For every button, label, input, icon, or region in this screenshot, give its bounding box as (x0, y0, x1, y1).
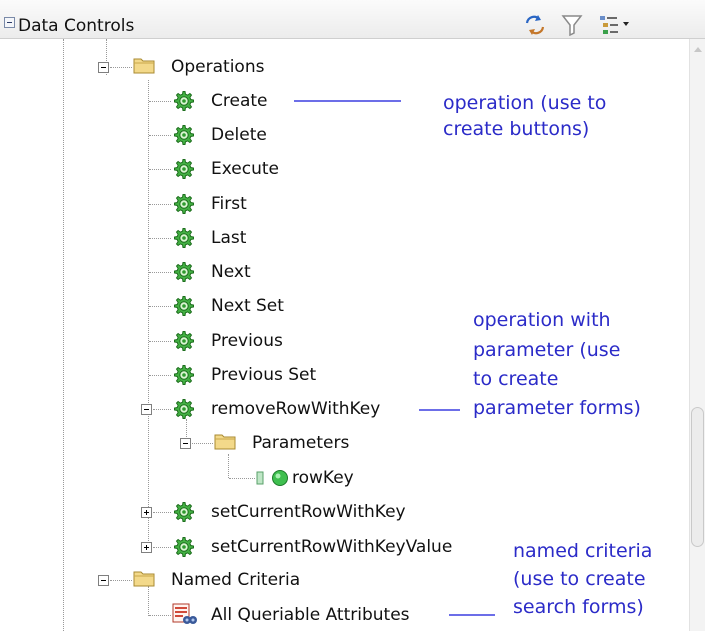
tree-node-label: Create (211, 91, 268, 111)
annotation-parameter-line-3: to create (473, 368, 559, 390)
tree-node-remove-row-with-key[interactable]: removeRowWithKey (0, 397, 420, 421)
tree-node-operations[interactable]: Operations (0, 55, 689, 79)
annotation-operation-line-1: operation (use to (443, 92, 607, 114)
tree-node-previous[interactable]: Previous (0, 329, 400, 353)
annotation-parameter-line-2: parameter (use (473, 339, 621, 361)
tree-node-label: Previous Set (211, 365, 317, 385)
annotation-operation-line-2: create buttons) (443, 118, 590, 140)
annotation-named-criteria-line-1: named criteria (513, 540, 653, 562)
gear-icon (174, 91, 194, 111)
annotation-parameter-line-1: operation with (473, 309, 611, 331)
gear-icon (174, 262, 194, 282)
annotation-connector (419, 409, 460, 411)
tree-node-parameters[interactable]: Parameters (0, 431, 420, 455)
scrollbar-thumb[interactable] (691, 407, 704, 547)
tree-node-rowkey[interactable]: rowKey (0, 466, 420, 490)
gear-icon (174, 228, 194, 248)
annotation-connector (449, 614, 495, 616)
view-criteria-icon (172, 603, 197, 624)
tree-node-label: Previous (211, 331, 283, 351)
tree-node-previous-set[interactable]: Previous Set (0, 363, 400, 387)
gear-icon (174, 399, 194, 419)
tree-node-label: removeRowWithKey (211, 399, 381, 419)
folder-icon (214, 434, 236, 450)
annotation-named-criteria-line-2: (use to create (513, 568, 646, 590)
tree-node-set-current-row-with-key-value[interactable]: setCurrentRowWithKeyValue (0, 535, 500, 559)
tree-node-label: Last (211, 228, 247, 248)
parameter-icon (256, 470, 288, 486)
tree-node-execute[interactable]: Execute (0, 157, 400, 181)
tree-node-named-criteria[interactable]: Named Criteria (0, 568, 400, 592)
gear-icon (174, 296, 194, 316)
folder-icon (133, 58, 155, 74)
tree-node-first[interactable]: First (0, 192, 400, 216)
tree-node-label: First (211, 194, 247, 214)
tree-node-label: Named Criteria (171, 570, 301, 590)
tree-node-next-set[interactable]: Next Set (0, 294, 400, 318)
tree-node-label: Delete (211, 125, 267, 145)
gear-icon (174, 365, 194, 385)
expand-toggle[interactable] (141, 542, 152, 553)
tree-node-label: Next Set (211, 296, 284, 316)
tree-node-label: rowKey (292, 468, 354, 488)
vertical-scrollbar[interactable] (689, 39, 705, 631)
tree-node-label: Parameters (252, 433, 350, 453)
collapse-toggle[interactable] (180, 438, 191, 449)
tree-node-last[interactable]: Last (0, 226, 400, 250)
gear-icon (174, 331, 194, 351)
tree-node-set-current-row-with-key[interactable]: setCurrentRowWithKey (0, 500, 480, 524)
tree-node-label: Next (211, 262, 251, 282)
tree-node-label: Operations (171, 57, 265, 77)
folder-icon (133, 571, 155, 587)
gear-icon (174, 194, 194, 214)
tree-node-delete[interactable]: Delete (0, 123, 400, 147)
gear-icon (174, 537, 194, 557)
gear-icon (174, 159, 194, 179)
tree-node-label: Execute (211, 159, 279, 179)
annotation-connector (294, 100, 401, 102)
tree-node-all-queriable-attributes[interactable]: All Queriable Attributes (0, 603, 440, 627)
tree-node-next[interactable]: Next (0, 260, 400, 284)
collapse-toggle[interactable] (141, 404, 152, 415)
annotation-parameter-line-4: parameter forms) (473, 397, 641, 419)
collapse-toggle[interactable] (98, 62, 109, 73)
gear-icon (174, 125, 194, 145)
tree-node-label: All Queriable Attributes (211, 605, 410, 625)
tree-node-label: setCurrentRowWithKeyValue (211, 537, 453, 557)
gear-icon (174, 502, 194, 522)
scroll-up-arrow-icon[interactable] (691, 43, 705, 57)
annotation-named-criteria-line-3: search forms) (513, 596, 644, 618)
expand-toggle[interactable] (141, 507, 152, 518)
collapse-toggle[interactable] (98, 575, 109, 586)
tree-node-label: setCurrentRowWithKey (211, 502, 406, 522)
